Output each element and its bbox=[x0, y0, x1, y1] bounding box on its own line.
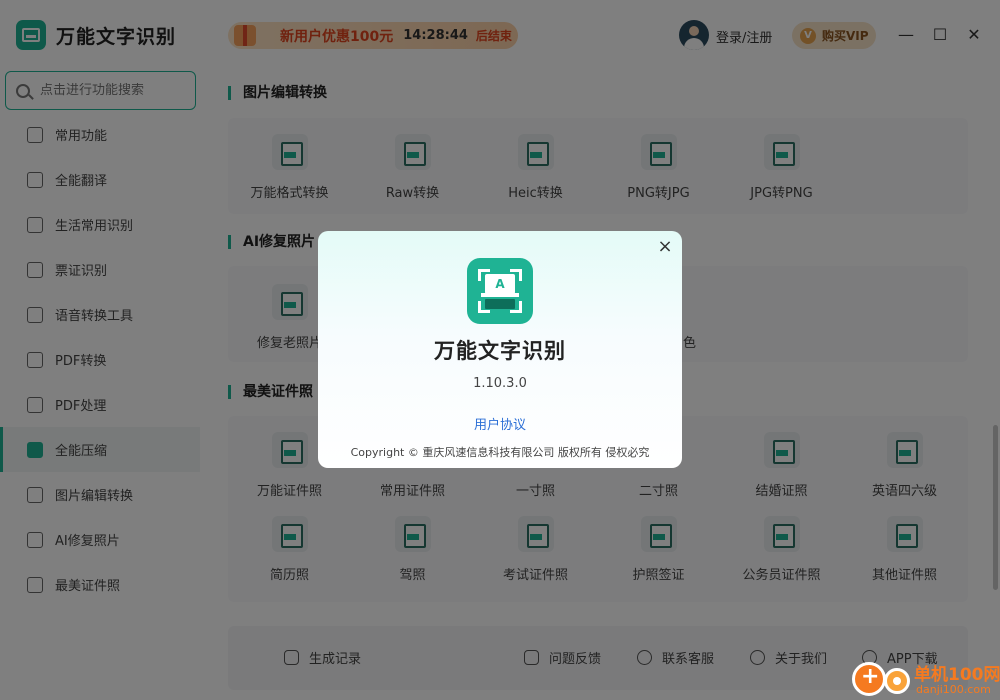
dialog-app-name: 万能文字识别 bbox=[434, 339, 566, 363]
watermark-url: danji100.com bbox=[916, 683, 991, 696]
watermark-logo-icon bbox=[884, 668, 910, 694]
dialog-close-button[interactable]: × bbox=[657, 238, 673, 256]
logo-letter: A bbox=[485, 274, 515, 294]
about-dialog: × A 万能文字识别 1.10.3.0 用户协议 Copyright © 重庆风… bbox=[318, 231, 682, 468]
app-logo-icon: A bbox=[467, 258, 533, 324]
watermark-name: 单机100网 bbox=[914, 665, 1000, 685]
user-agreement-link[interactable]: 用户协议 bbox=[318, 414, 682, 433]
watermark: 单机100网 danji100.com bbox=[852, 660, 1000, 700]
app-window: 万能文字识别 新用户优惠100元 14:28:44 后结束 登录/注册 V 购买… bbox=[0, 0, 1000, 700]
dialog-version: 1.10.3.0 bbox=[473, 376, 527, 391]
watermark-logo-icon bbox=[852, 662, 886, 696]
dialog-copyright: Copyright © 重庆风速信息科技有限公司 版权所有 侵权必究 bbox=[350, 446, 650, 459]
